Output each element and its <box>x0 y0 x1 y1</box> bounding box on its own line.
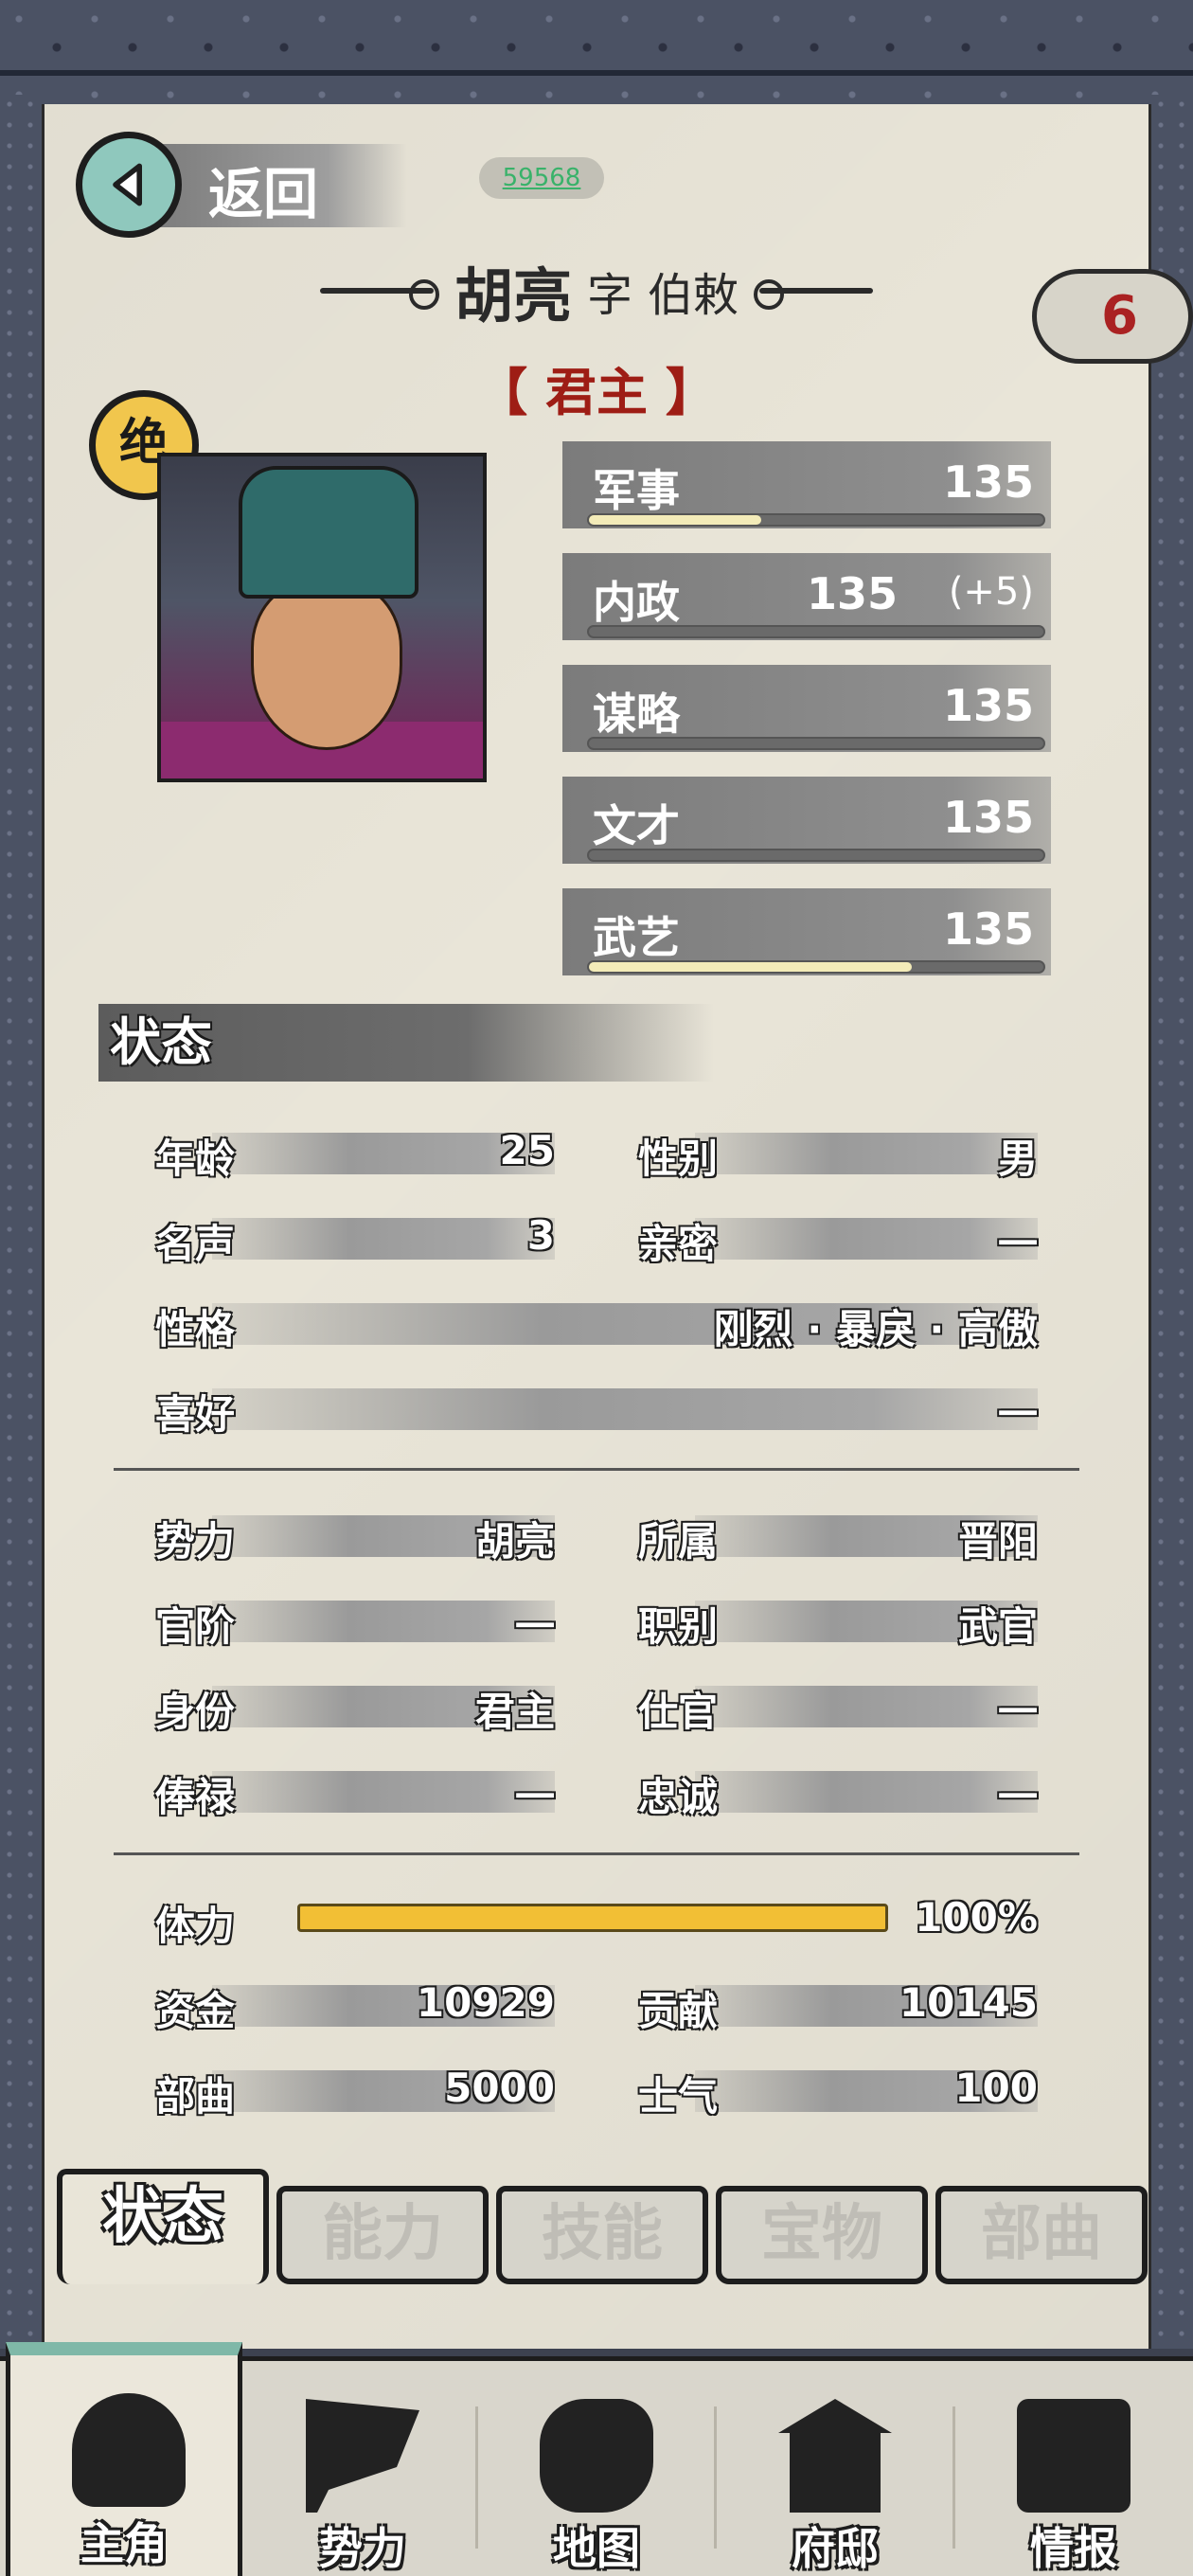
loyalty-row: 忠诚 一 <box>638 1762 1038 1820</box>
section-divider <box>114 1468 1079 1471</box>
user-id-link[interactable]: 59568 <box>479 157 604 199</box>
attr-bar <box>587 960 1045 974</box>
nav-protagonist[interactable]: 主角 <box>6 2342 242 2576</box>
salary-row: 俸禄 一 <box>155 1762 555 1820</box>
office-row: 仕官 一 <box>638 1676 1038 1735</box>
attr-bar <box>587 625 1045 638</box>
attr-strategy: 谋略 135 <box>562 665 1051 760</box>
attr-bar <box>587 513 1045 527</box>
tab-treasure[interactable]: 宝物 <box>716 2186 928 2284</box>
back-label: 返回 <box>208 162 319 226</box>
character-name-row: 胡亮 字 伯敕 <box>265 248 928 333</box>
attr-value: 135 <box>807 568 899 619</box>
back-arrow-icon <box>76 132 182 238</box>
attr-bonus: (+5) <box>948 570 1034 614</box>
attr-label: 谋略 <box>593 689 680 740</box>
gender-row: 性别 男 <box>638 1123 1038 1182</box>
stamina-bar <box>297 1904 888 1932</box>
back-button[interactable]: 返回 <box>76 132 407 238</box>
attr-value: 135 <box>942 456 1034 508</box>
nav-intel[interactable]: 情报 <box>955 2361 1192 2576</box>
attr-politics: 内政 135 (+5) <box>562 553 1051 648</box>
troops-row: 部曲 5000 <box>155 2065 555 2120</box>
cloud-badge[interactable]: 6 <box>1032 269 1193 364</box>
nav-mansion[interactable]: 府邸 <box>717 2361 953 2576</box>
force-row: 势力 胡亮 <box>155 1506 555 1565</box>
right-ornament-icon <box>754 279 874 310</box>
attr-military: 军事 135 <box>562 441 1051 536</box>
attr-value: 135 <box>942 792 1034 843</box>
decorative-left-frame <box>0 95 42 2349</box>
tab-troops[interactable]: 部曲 <box>935 2186 1148 2284</box>
status-section-header: 状态 <box>98 1004 714 1082</box>
hobby-row: 喜好 一 <box>155 1379 1038 1438</box>
section-divider <box>114 1852 1079 1855</box>
map-icon <box>540 2399 653 2513</box>
tab-status[interactable]: 状态 <box>57 2169 269 2284</box>
intimacy-row: 亲密 一 <box>638 1208 1038 1267</box>
affiliation-row: 所属 晋阳 <box>638 1506 1038 1565</box>
morale-row: 士气 100 <box>638 2065 1038 2120</box>
decorative-top-border <box>0 0 1193 104</box>
attr-martial: 武艺 135 <box>562 888 1051 983</box>
mansion-icon <box>778 2399 892 2513</box>
courtesy-name: 伯敕 <box>648 269 739 322</box>
fame-row: 名声 3 <box>155 1212 555 1267</box>
tab-skill[interactable]: 技能 <box>496 2186 708 2284</box>
attr-label: 内政 <box>593 577 680 628</box>
personality-row: 性格 刚烈 · 暴戾 · 高傲 <box>155 1294 1038 1352</box>
tab-ability[interactable]: 能力 <box>276 2186 489 2284</box>
status-header-label: 状态 <box>110 1012 212 1072</box>
zi-label: 字 <box>586 269 632 322</box>
character-role: 【 君主 】 <box>476 363 717 422</box>
scroll-icon <box>1017 2399 1131 2513</box>
detail-tabs: 状态 能力 技能 宝物 部曲 <box>49 2169 1148 2292</box>
nav-faction[interactable]: 势力 <box>244 2361 481 2576</box>
nav-map[interactable]: 地图 <box>478 2361 715 2576</box>
left-ornament-icon <box>319 279 439 310</box>
attr-bar <box>587 849 1045 862</box>
attr-label: 军事 <box>593 465 680 516</box>
funds-row: 资金 10929 <box>155 1979 555 2034</box>
identity-row: 身份 君主 <box>155 1676 555 1735</box>
bottom-navigation: 主角 势力 地图 府邸 情报 <box>0 2342 1193 2576</box>
cloud-badge-count: 6 <box>1101 285 1138 347</box>
age-row: 年龄 25 <box>155 1127 555 1182</box>
attr-literary: 文才 135 <box>562 777 1051 871</box>
decorative-right-frame <box>1151 95 1193 2349</box>
job-row: 职别 武官 <box>638 1591 1038 1650</box>
rank-row: 官阶 一 <box>155 1591 555 1650</box>
attr-bar <box>587 737 1045 750</box>
character-portrait <box>157 453 487 782</box>
attr-value: 135 <box>942 903 1034 955</box>
flag-icon <box>306 2399 419 2513</box>
attr-label: 武艺 <box>593 912 680 963</box>
attr-label: 文才 <box>593 800 680 851</box>
attr-value: 135 <box>942 680 1034 731</box>
protagonist-icon <box>72 2393 186 2507</box>
character-name: 胡亮 <box>454 261 572 331</box>
contribution-row: 贡献 10145 <box>638 1979 1038 2034</box>
